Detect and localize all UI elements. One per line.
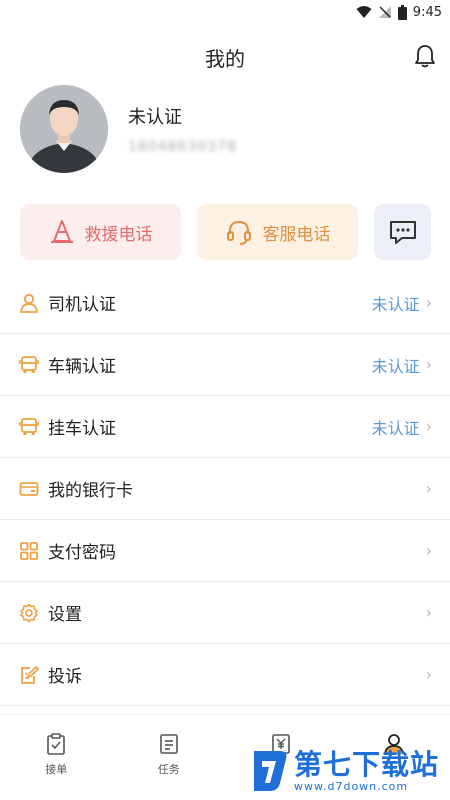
rescue-call-label: 救援电话 [84,224,153,245]
customer-service-button[interactable]: 客服电话 [197,204,358,260]
chevron-right-icon: › [425,417,432,436]
chat-bubble-icon [389,221,416,244]
avatar-person-icon [20,85,108,173]
menu-item-settings[interactable]: 设置 › [0,582,450,644]
settings-menu: 司机认证 未认证 › 车辆认证 未认证 › 挂车认证 未认证 › 我的银行卡 ›… [0,272,450,706]
driver-icon [18,292,40,314]
chevron-right-icon: › [425,603,432,622]
menu-item-label: 投诉 [48,667,82,687]
page-title: 我的 [205,46,245,71]
status-bar: 9:45 [0,0,450,24]
wifi-icon [356,6,372,18]
chevron-right-icon: › [425,355,432,374]
tab-orders[interactable]: 接单 [0,715,113,800]
tab-tasks[interactable]: 任务 [113,715,226,800]
avatar[interactable] [20,85,108,173]
profile-section[interactable]: 未认证 18048630378 [20,84,430,174]
menu-item-label: 设置 [48,605,82,625]
menu-item-bank-card[interactable]: 我的银行卡 › [0,458,450,520]
menu-item-payment-password[interactable]: 支付密码 › [0,520,450,582]
traffic-cone-icon [50,220,73,243]
menu-item-label: 司机认证 [48,295,116,315]
battery-icon [397,4,407,20]
password-grid-icon [18,540,40,562]
menu-item-status: 未认证 [371,418,420,438]
page-header: 我的 [0,36,450,78]
list-icon [159,734,178,754]
complaint-icon [18,664,40,686]
menu-item-vehicle-verification[interactable]: 车辆认证 未认证 › [0,334,450,396]
quick-actions: 救援电话 客服电话 [20,204,431,260]
menu-item-label: 支付密码 [48,543,116,563]
chevron-right-icon: › [425,665,432,684]
verification-status: 未认证 [128,107,182,128]
trailer-icon [18,416,40,438]
watermark-url: www.d7down.com [294,779,409,793]
site-watermark: 第七下载站 www.d7down.com [250,742,446,800]
tab-label: 任务 [157,763,180,776]
menu-item-status: 未认证 [371,294,420,314]
bank-card-icon [18,478,40,500]
watermark-logo-icon [254,751,287,791]
menu-item-trailer-verification[interactable]: 挂车认证 未认证 › [0,396,450,458]
menu-item-label: 挂车认证 [48,419,116,439]
vehicle-icon [18,354,40,376]
phone-number: 18048630378 [128,139,237,155]
menu-item-complaint[interactable]: 投诉 › [0,644,450,706]
headset-icon [226,220,251,245]
chevron-right-icon: › [425,293,432,312]
rescue-call-button[interactable]: 救援电话 [20,204,181,260]
no-signal-icon [378,6,391,18]
chevron-right-icon: › [425,479,432,498]
chevron-right-icon: › [425,541,432,560]
menu-item-label: 我的银行卡 [48,481,133,501]
tab-label: 接单 [45,763,68,776]
message-button[interactable] [374,204,431,260]
menu-item-driver-verification[interactable]: 司机认证 未认证 › [0,272,450,334]
customer-service-label: 客服电话 [262,224,331,245]
gear-icon [18,602,40,624]
menu-item-label: 车辆认证 [48,357,116,377]
bell-icon[interactable] [414,44,436,68]
watermark-title: 第七下载站 [294,747,440,781]
status-time: 9:45 [412,4,442,20]
clipboard-check-icon [47,733,66,755]
menu-item-status: 未认证 [371,356,420,376]
